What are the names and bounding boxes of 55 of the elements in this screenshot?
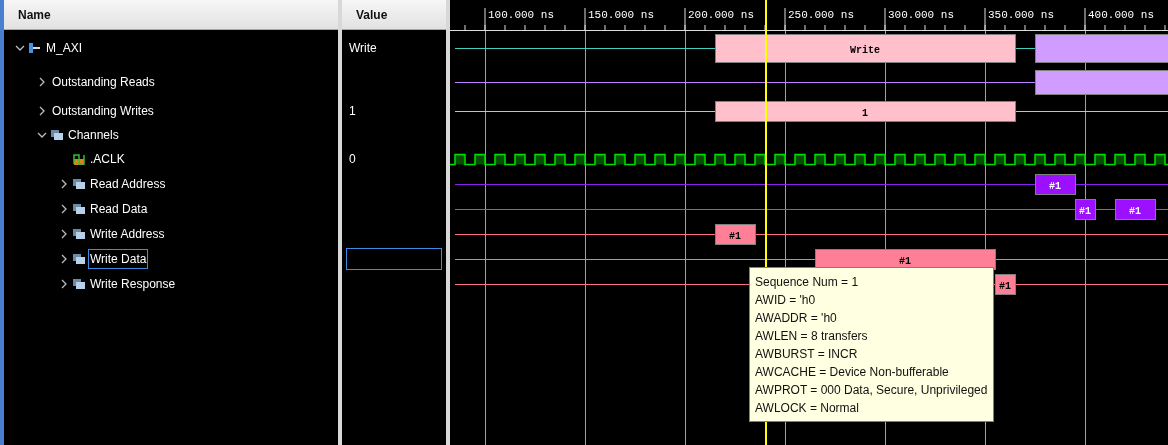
transaction-bar[interactable] [1115,199,1156,220]
signal-value: 1 [348,103,357,120]
time-label: 200.000 ns [688,9,754,21]
transaction-label: #1 [1049,180,1061,192]
signal-name[interactable]: Write Address [88,223,167,244]
transaction-bar[interactable] [715,224,756,245]
signal-name[interactable]: Channels [66,125,121,145]
stacked-squares-icon [50,129,64,141]
signal-name[interactable]: Read Address [88,173,168,194]
value-cell[interactable] [346,247,442,270]
stacked-squares-icon [72,177,86,190]
signal-name[interactable]: Write Response [88,273,178,294]
bus-icon [28,42,42,54]
chevron-down-icon[interactable] [14,43,26,53]
signal-name[interactable]: Outstanding Writes [50,101,156,121]
column-header[interactable]: Value [342,0,446,30]
signal-name[interactable]: Write Data [88,248,149,269]
signal-name[interactable]: M_AXI [44,38,84,58]
time-label: 400.000 ns [1088,9,1154,21]
tooltip-line: AWLOCK = Normal [755,400,860,417]
transaction-bar[interactable] [1075,199,1096,220]
signal-value: Write [348,40,378,57]
time-label: 250.000 ns [788,9,854,21]
signal-value: 0 [348,150,357,168]
stacked-squares-icon [72,252,86,265]
transaction-label: #1 [1079,205,1091,217]
stacked-squares-icon [72,277,86,290]
transaction-bar[interactable] [1035,174,1076,195]
tooltip-line: AWLEN = 8 transfers [755,328,869,345]
transaction-bar[interactable] [995,274,1016,295]
transaction-label: 1 [862,107,868,119]
stacked-squares-icon [72,227,86,240]
transaction-label: #1 [999,280,1011,292]
time-label: 150.000 ns [588,9,654,21]
chevron-down-icon[interactable] [36,130,48,140]
column-header[interactable]: Name [4,0,338,30]
transaction-label: #1 [899,255,911,267]
tooltip-line: AWADDR = 'h0 [755,310,838,327]
tooltip-line: Sequence Num = 1 [755,274,860,291]
transaction-label: #1 [729,230,741,242]
transaction-label: #1 [1129,205,1141,217]
tooltip-line: AWBURST = INCR [755,346,859,363]
time-label: 100.000 ns [488,9,554,21]
tooltip-line: AWCACHE = Device Non-bufferable [755,364,950,381]
tooltip-line: AWPROT = 000 Data, Secure, Unprivileged [755,382,988,399]
transaction-label: Write [850,44,880,56]
signal-name[interactable]: Outstanding Reads [50,72,157,92]
signal-name[interactable]: Read Data [88,198,150,219]
transaction-bar[interactable] [815,249,996,270]
clock-signal-icon [72,152,86,165]
signal-name[interactable]: .ACLK [88,148,127,169]
time-label: 300.000 ns [888,9,954,21]
time-label: 350.000 ns [988,9,1054,21]
tooltip-line: AWID = 'h0 [755,292,817,309]
stacked-squares-icon [72,202,86,215]
